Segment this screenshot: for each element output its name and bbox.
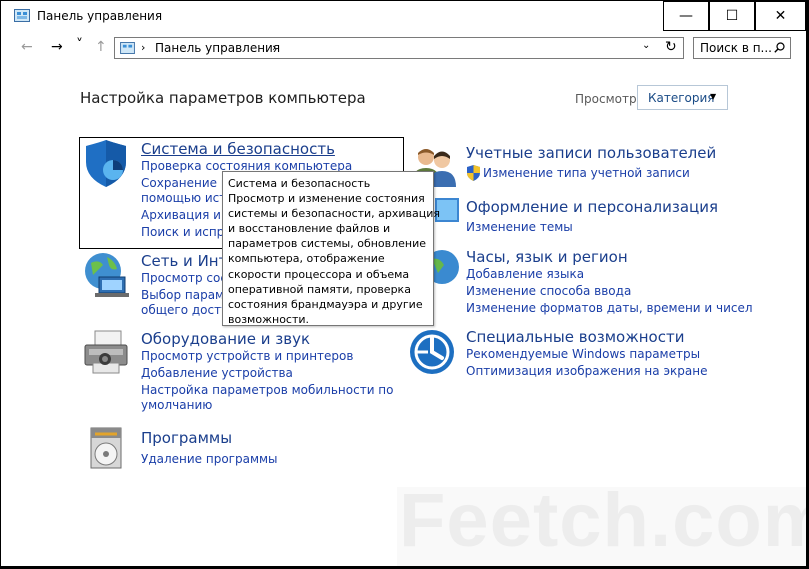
category-ease-of-access[interactable]: Специальные возможности [466,328,684,346]
watermark: Feetch.com [399,478,806,563]
category-clock-region[interactable]: Часы, язык и регион [466,248,628,266]
search-icon[interactable] [774,42,785,53]
address-bar[interactable]: › Панель управления › ⌄ ↻ [114,37,684,59]
link-change-formats[interactable]: Изменение форматов даты, времени и чисел [466,301,753,315]
category-hardware-sound[interactable]: Оборудование и звук [141,330,310,348]
link-uninstall-program[interactable]: Удаление программы [141,452,278,466]
control-panel-icon [14,9,30,22]
link-mobility-settings-cont[interactable]: умолчанию [141,398,212,412]
link-change-account-type[interactable]: Изменение типа учетной записи [483,166,690,180]
refresh-icon[interactable]: ↻ [665,39,677,55]
tooltip-line: скорости процессора и объема [228,267,410,281]
control-panel-window: Панель управления — ☐ ✕ ← → ˅ ↑ › Панель… [1,1,806,566]
category-programs[interactable]: Программы [141,429,232,447]
minimize-button[interactable]: — [663,1,709,31]
link-mobility-settings[interactable]: Настройка параметров мобильности по [141,383,394,397]
programs-disc-icon[interactable] [87,426,125,470]
tooltip-line: и восстановление файлов и [228,222,391,236]
view-by-value: Категория [648,91,715,105]
window-title: Панель управления [37,9,163,23]
link-network-status[interactable]: Просмотр сост [141,271,234,285]
link-add-device[interactable]: Добавление устройства [141,366,293,380]
category-user-accounts[interactable]: Учетные записи пользователей [466,144,716,162]
up-icon[interactable]: ↑ [95,39,107,55]
title-bar: Панель управления — ☐ ✕ [1,1,806,31]
close-icon: ✕ [774,8,787,24]
tooltip-line: Система и безопасность [228,177,371,190]
forward-icon[interactable]: → [51,39,63,55]
link-change-theme[interactable]: Изменение темы [466,220,573,234]
tooltip: Система и безопасность Просмотр и измене… [222,171,441,326]
category-appearance[interactable]: Оформление и персонализация [466,198,718,216]
chevron-down-icon: ▼ [710,92,717,101]
tooltip-line: состояния брандмауэра и другие [228,297,423,311]
link-troubleshoot[interactable]: Поиск и испра [141,225,232,239]
tooltip-line: параметров системы, обновление [228,237,427,251]
view-by-dropdown[interactable]: Категория ▼ [637,85,728,110]
link-devices-printers[interactable]: Просмотр устройств и принтеров [141,349,353,363]
link-recommended-settings[interactable]: Рекомендуемые Windows параметры [466,347,700,361]
maximize-button[interactable]: ☐ [709,1,755,31]
breadcrumb-control-panel[interactable]: Панель управления [155,41,280,55]
close-button[interactable]: ✕ [755,1,806,31]
link-optimize-display[interactable]: Оптимизация изображения на экране [466,364,707,378]
tooltip-line: оперативной памяти, проверка [228,282,411,296]
breadcrumb-separator[interactable]: › [272,41,276,54]
tooltip-line: возможности. [228,312,310,326]
page-title: Настройка параметров компьютера [80,89,366,107]
link-change-input[interactable]: Изменение способа ввода [466,284,631,298]
link-sharing-options[interactable]: Выбор параме [141,288,232,302]
category-system-security[interactable]: Система и безопасность [141,140,335,158]
uac-shield-icon [467,165,480,181]
tooltip-line: Просмотр и изменение состояния [228,192,425,206]
maximize-icon: ☐ [725,8,739,24]
shield-icon[interactable] [83,140,129,188]
address-dropdown-icon[interactable]: ⌄ [642,40,650,51]
ease-of-access-icon[interactable] [408,328,456,376]
clock-globe-icon[interactable] [434,247,459,287]
printer-icon[interactable] [81,329,131,377]
recent-locations-icon[interactable]: ˅ [76,37,83,53]
link-add-language[interactable]: Добавление языка [466,267,584,281]
network-globe-icon[interactable] [81,249,131,299]
breadcrumb-separator[interactable]: › [141,41,145,54]
link-save-backup-cont[interactable]: помощью исто [141,191,234,205]
tooltip-line: системы и безопасности, архивация [228,207,441,221]
search-input[interactable]: Поиск в п... [693,37,791,59]
view-label: Просмотр: [575,92,641,106]
search-placeholder: Поиск в п... [700,41,772,55]
control-panel-icon [120,42,135,54]
minimize-icon: — [679,8,693,24]
tooltip-line: компьютера, отображение [228,252,385,266]
back-icon[interactable]: ← [21,39,33,55]
